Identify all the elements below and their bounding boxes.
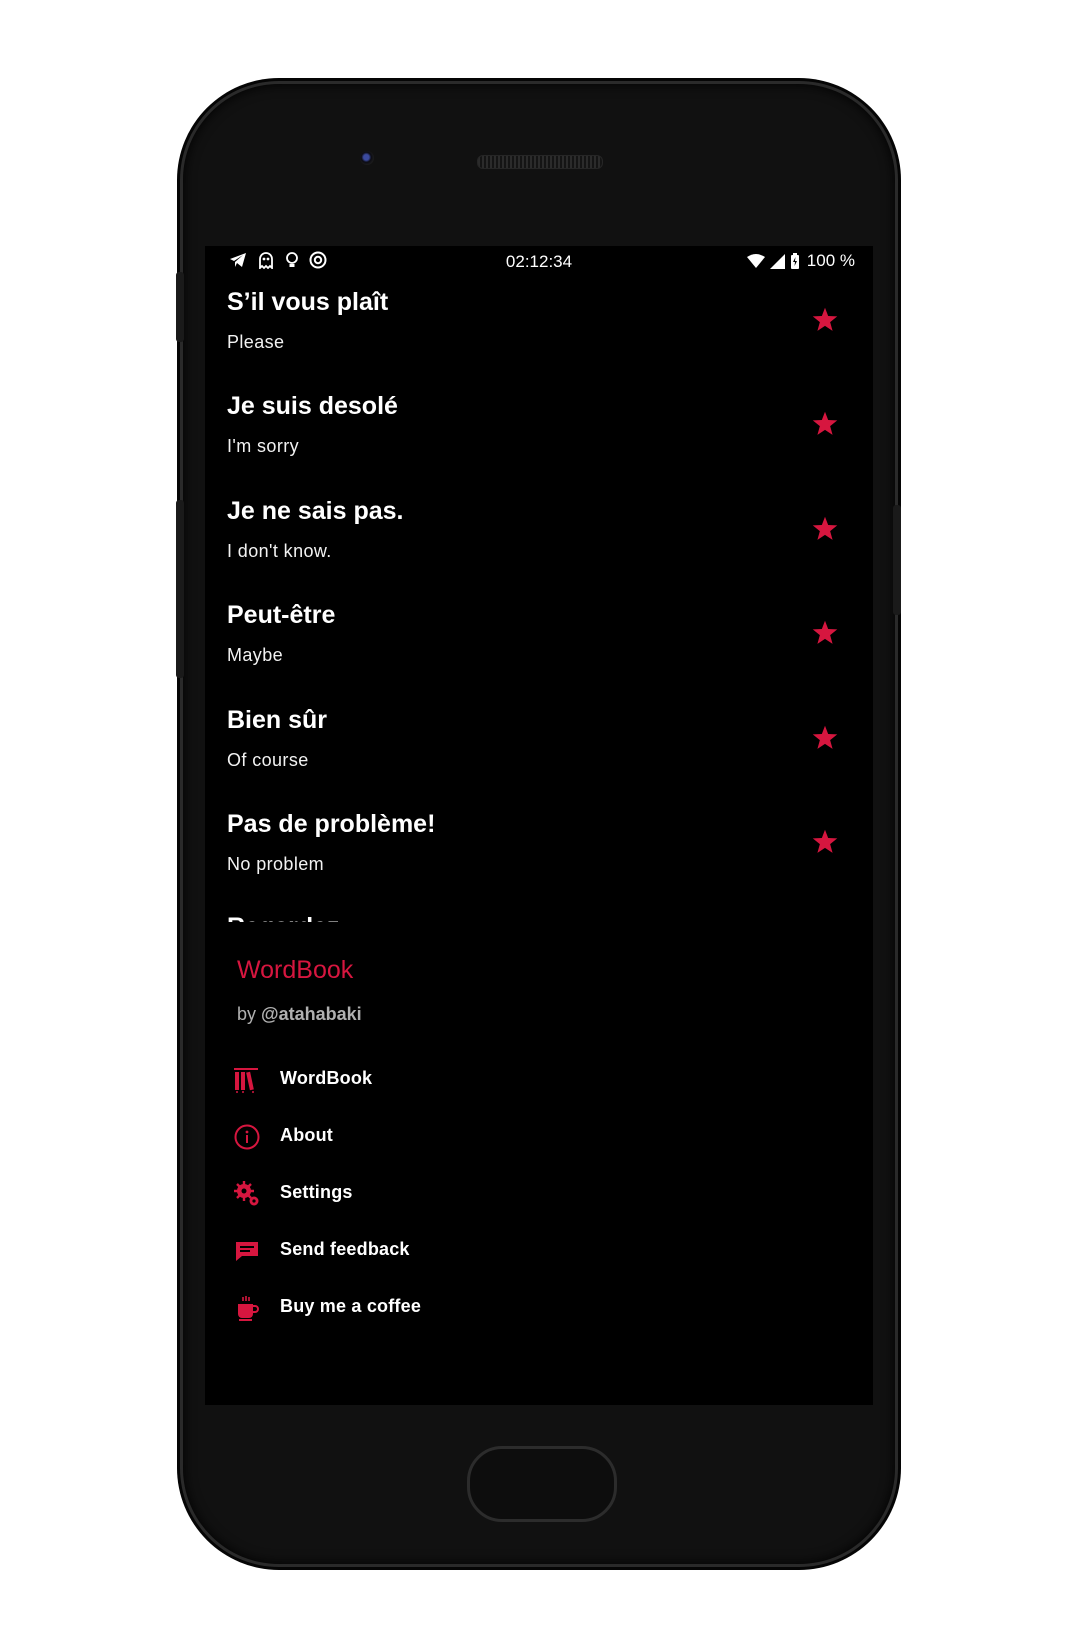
favorite-star-icon[interactable] bbox=[811, 619, 839, 647]
menu-item-buy-coffee[interactable]: Buy me a coffee bbox=[205, 1292, 873, 1352]
wifi-icon bbox=[746, 254, 765, 268]
battery-percent: 100 % bbox=[806, 251, 855, 270]
volume-button-lower bbox=[176, 500, 184, 678]
power-button bbox=[893, 505, 901, 615]
phrase-text: S’il vous plaît bbox=[227, 288, 389, 316]
earpiece-speaker bbox=[477, 155, 603, 169]
favorite-star-icon[interactable] bbox=[811, 828, 839, 856]
menu-item-send-feedback[interactable]: Send feedback bbox=[205, 1235, 873, 1295]
list-item[interactable]: Pas de problème! No problem bbox=[205, 798, 873, 908]
battery-icon bbox=[790, 253, 799, 269]
menu-item-label: Settings bbox=[280, 1182, 353, 1202]
system-icons: 100 % bbox=[746, 251, 855, 271]
author-handle[interactable]: @atahabaki bbox=[261, 1004, 362, 1024]
phrase-text: Peut-être bbox=[227, 601, 336, 629]
author-line: by @atahabaki bbox=[237, 1004, 362, 1025]
list-item[interactable]: Je ne sais pas. I don't know. bbox=[205, 485, 873, 595]
phrase-text: Pas de problème! bbox=[227, 810, 436, 838]
favorite-star-icon[interactable] bbox=[811, 410, 839, 438]
app-title: WordBook bbox=[237, 956, 354, 984]
author-prefix: by bbox=[237, 1004, 257, 1024]
translation-text: Of course bbox=[227, 750, 309, 770]
list-item[interactable]: Bien sûr Of course bbox=[205, 694, 873, 804]
drawer-menu: WordBook About Settings Send feedback Bu… bbox=[205, 1064, 873, 1352]
phrase-text: Je ne sais pas. bbox=[227, 497, 404, 525]
signal-icon bbox=[769, 253, 785, 269]
menu-item-label: WordBook bbox=[280, 1068, 373, 1088]
menu-item-settings[interactable]: Settings bbox=[205, 1178, 873, 1238]
bottom-drawer: WordBook by @atahabaki WordBook About Se… bbox=[205, 922, 873, 1361]
screen: 02:12:34 100 % S’il vous plaît Please Je… bbox=[205, 246, 873, 1405]
menu-item-about[interactable]: About bbox=[205, 1121, 873, 1181]
list-item[interactable]: Je suis desolé I'm sorry bbox=[205, 380, 873, 490]
favorite-star-icon[interactable] bbox=[811, 515, 839, 543]
favorite-star-icon[interactable] bbox=[811, 724, 839, 752]
phrase-text: Bien sûr bbox=[227, 706, 328, 734]
volume-button bbox=[176, 272, 184, 342]
list-item[interactable]: Peut-être Maybe bbox=[205, 589, 873, 699]
feedback-icon bbox=[236, 1242, 258, 1261]
status-bar: 02:12:34 100 % bbox=[205, 246, 873, 276]
home-button[interactable] bbox=[467, 1446, 617, 1522]
books-icon bbox=[234, 1068, 258, 1093]
menu-item-label: Send feedback bbox=[280, 1239, 410, 1259]
info-icon bbox=[234, 1124, 260, 1150]
menu-item-label: Buy me a coffee bbox=[280, 1296, 422, 1316]
translation-text: I'm sorry bbox=[227, 436, 300, 456]
phrase-text: Je suis desolé bbox=[227, 392, 398, 420]
translation-text: Please bbox=[227, 332, 285, 352]
translation-text: Maybe bbox=[227, 645, 284, 665]
menu-item-label: About bbox=[280, 1125, 333, 1145]
favorite-star-icon[interactable] bbox=[811, 306, 839, 334]
front-camera bbox=[360, 151, 374, 165]
translation-text: No problem bbox=[227, 854, 325, 874]
list-item[interactable]: S’il vous plaît Please bbox=[205, 276, 873, 386]
translation-text: I don't know. bbox=[227, 541, 332, 561]
menu-item-wordbook[interactable]: WordBook bbox=[205, 1064, 873, 1124]
coffee-icon bbox=[238, 1296, 259, 1321]
gears-icon bbox=[234, 1181, 259, 1206]
